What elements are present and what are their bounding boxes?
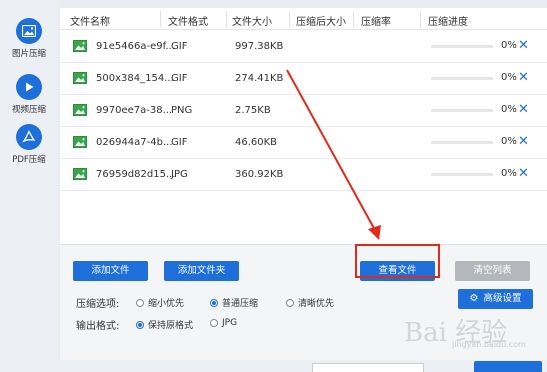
annotation-arrow — [286, 69, 381, 240]
